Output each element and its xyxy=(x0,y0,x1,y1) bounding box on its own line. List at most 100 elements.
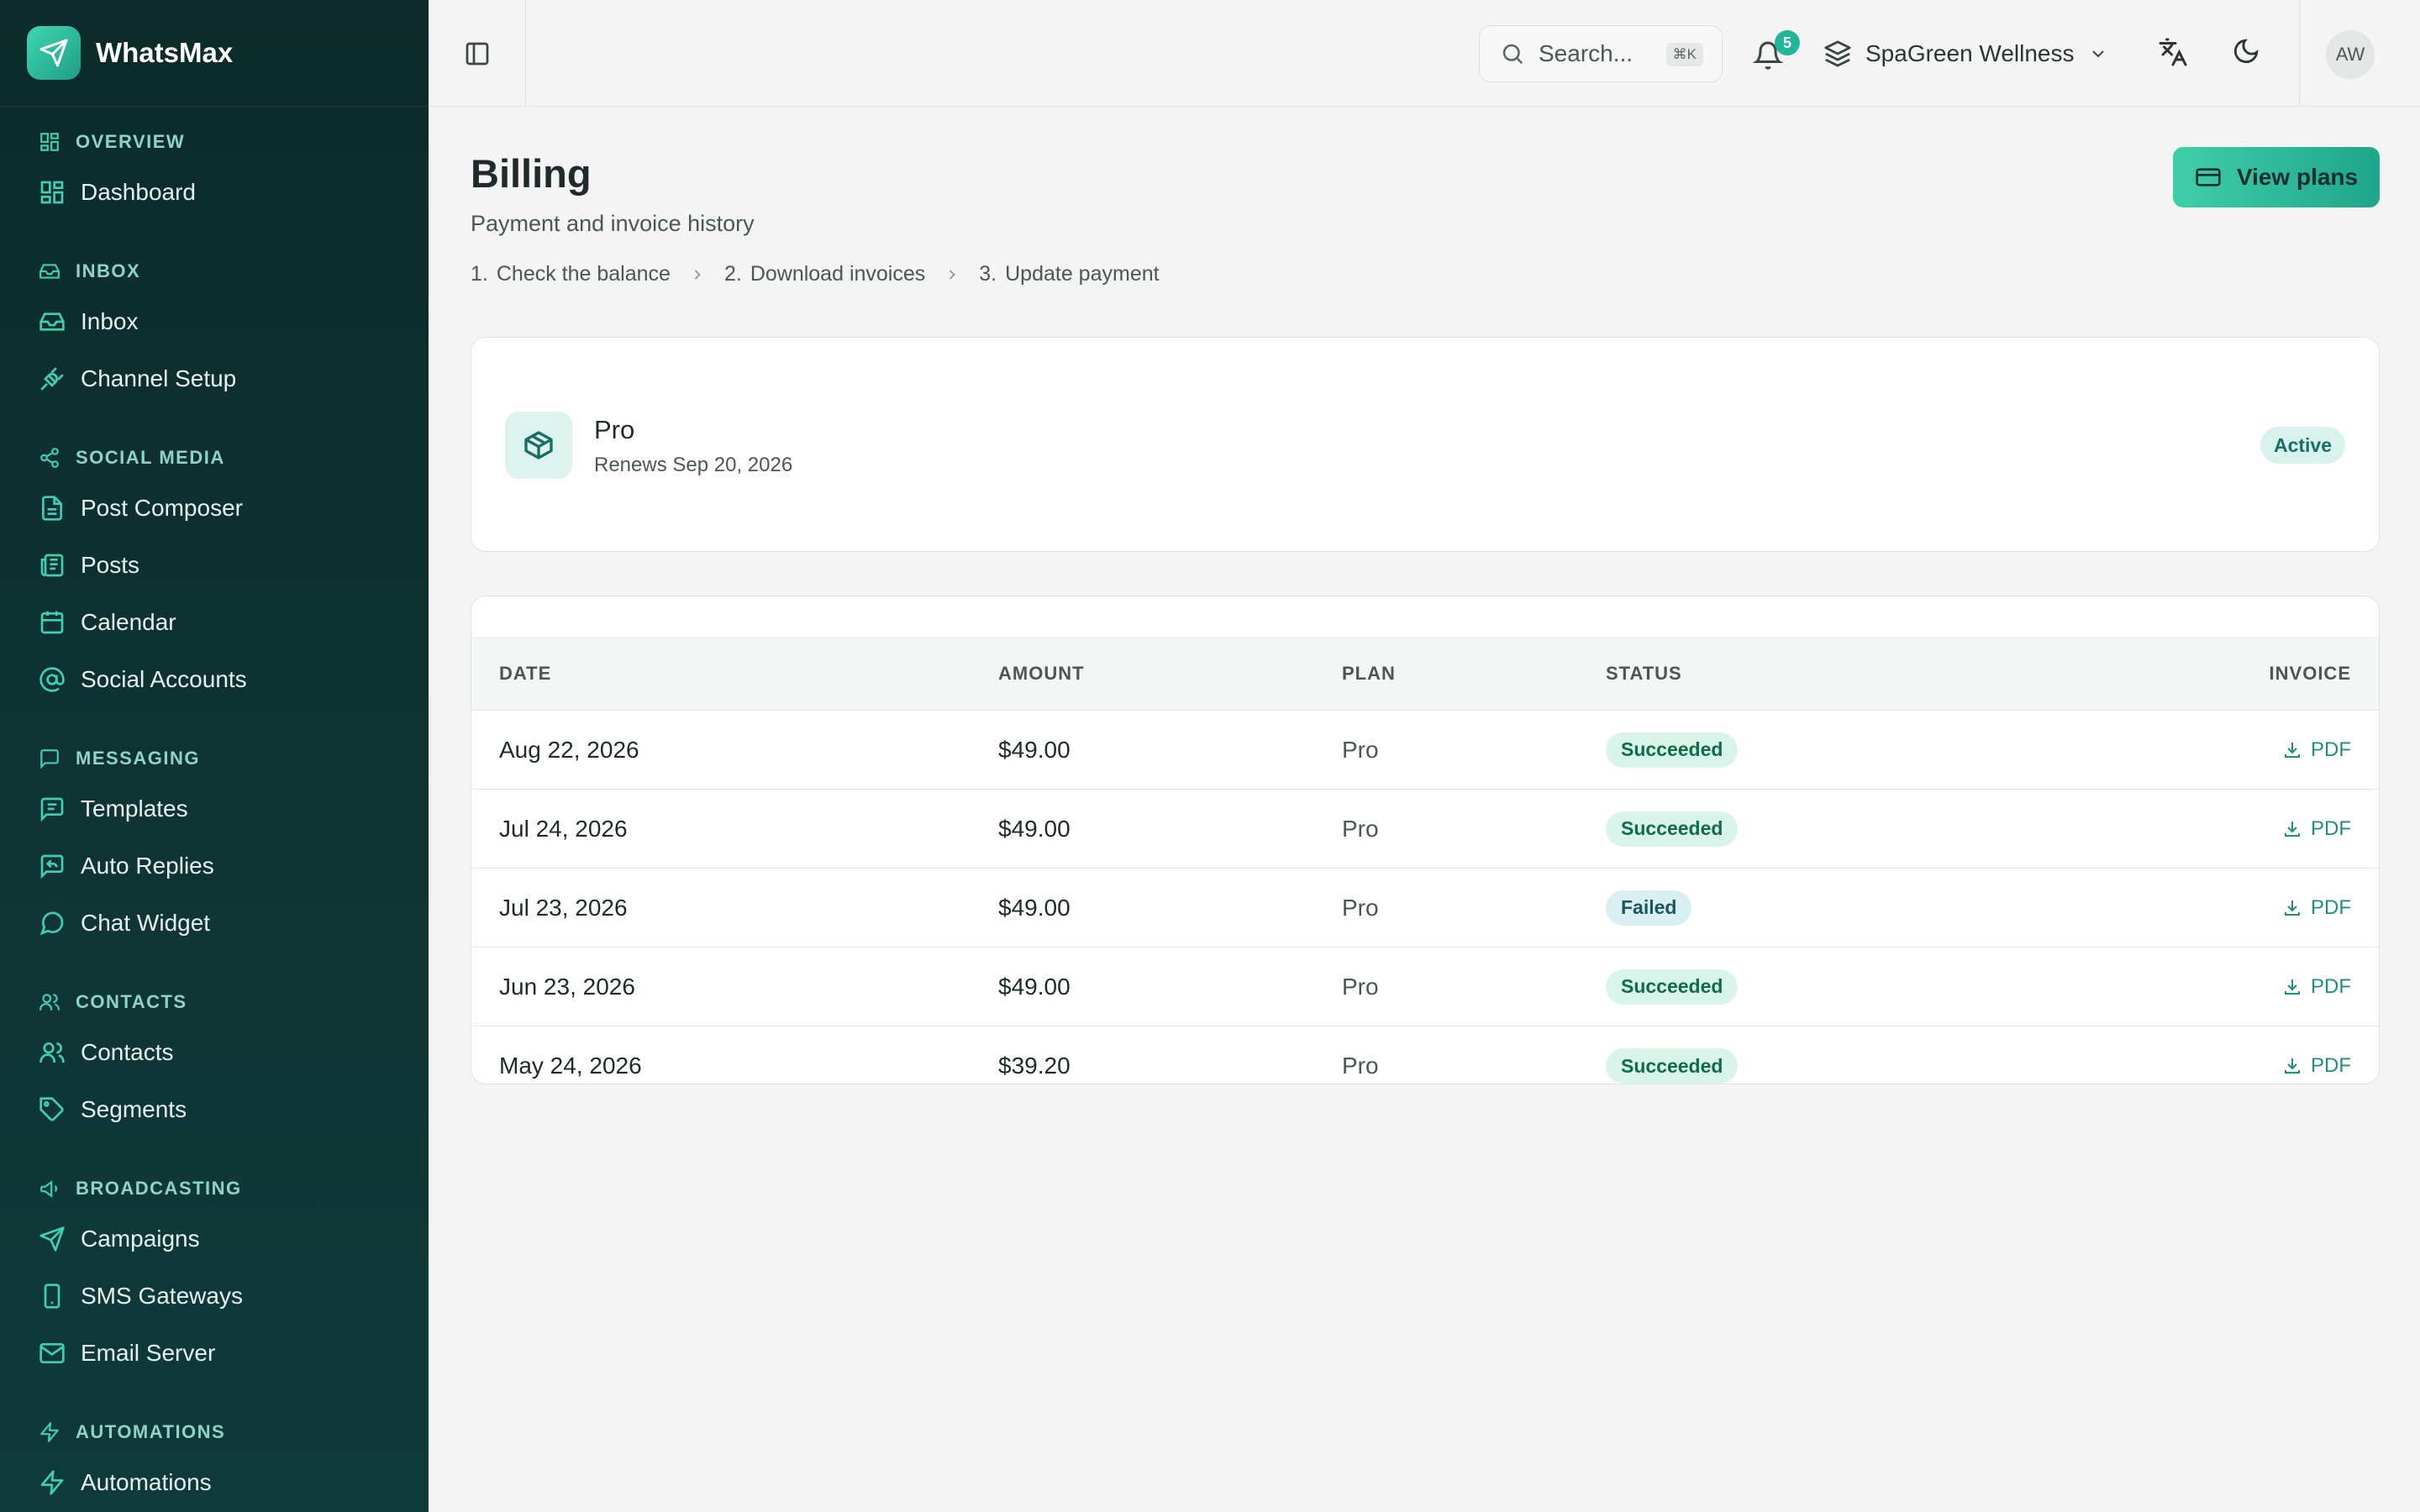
avatar[interactable]: AW xyxy=(2326,30,2375,79)
table-row: Jun 23, 2026 $49.00 Pro Succeeded PDF xyxy=(471,948,2379,1026)
sidebar-item-label: Inbox xyxy=(81,308,139,334)
sidebar-item-sms-gateways[interactable]: SMS Gateways xyxy=(0,1268,429,1325)
download-pdf-link[interactable]: PDF xyxy=(2282,738,2351,762)
column-header-plan[interactable]: PLAN xyxy=(1342,637,1396,710)
sidebar-item-label: Auto Replies xyxy=(81,853,214,879)
sidebar-item-email-server[interactable]: Email Server xyxy=(0,1325,429,1382)
sidebar-item-posts[interactable]: Posts xyxy=(0,537,429,594)
workspace-switcher[interactable]: SpaGreen Wellness xyxy=(1823,25,2108,82)
page-title: Billing xyxy=(471,151,592,196)
view-plans-button[interactable]: View plans xyxy=(2173,147,2380,207)
download-pdf-link[interactable]: PDF xyxy=(2282,975,2351,999)
newspaper-icon xyxy=(39,552,66,579)
sidebar-toggle-button[interactable] xyxy=(429,0,526,107)
invoice-status: Succeeded xyxy=(1606,790,1739,868)
nav-section-broadcasting: BROADCASTING Campaigns SMS Gateways Emai… xyxy=(0,1167,429,1382)
grid-icon xyxy=(39,131,60,153)
invoice-plan: Pro xyxy=(1342,1053,1379,1079)
invoice-date: Aug 22, 2026 xyxy=(499,736,639,763)
nav-heading: BROADCASTING xyxy=(0,1167,429,1210)
sidebar: WhatsMax OVERVIEW Dashboard INBOX Inbox xyxy=(0,0,429,1512)
step-label: Download invoices xyxy=(750,262,926,286)
send-icon xyxy=(27,26,81,80)
sidebar-item-auto-replies[interactable]: Auto Replies xyxy=(0,837,429,895)
invoice-amount: $49.00 xyxy=(998,973,1071,1000)
download-pdf-link[interactable]: PDF xyxy=(2282,896,2351,920)
sidebar-item-inbox[interactable]: Inbox xyxy=(0,293,429,350)
zap-icon xyxy=(39,1469,66,1496)
chevron-right-icon xyxy=(689,266,706,283)
brand-name: WhatsMax xyxy=(96,37,234,68)
column-header-status[interactable]: STATUS xyxy=(1606,637,1682,710)
column-header-date[interactable]: DATE xyxy=(499,637,551,710)
steps-breadcrumb: 1. Check the balance 2. Download invoice… xyxy=(471,262,1160,286)
pdf-label: PDF xyxy=(2311,974,2351,998)
nav-section-messaging: MESSAGING Templates Auto Replies Chat Wi… xyxy=(0,737,429,952)
sidebar-item-chat-widget[interactable]: Chat Widget xyxy=(0,895,429,952)
invoice-status: Succeeded xyxy=(1606,948,1739,1026)
chevron-right-icon xyxy=(944,266,960,283)
users-icon xyxy=(39,1039,66,1066)
invoice-amount: $49.00 xyxy=(998,894,1071,921)
sidebar-item-label: Dashboard xyxy=(81,179,196,205)
column-header-invoice[interactable]: INVOICE xyxy=(2270,637,2351,710)
sidebar-item-label: Post Composer xyxy=(81,495,243,521)
nav-heading: MESSAGING xyxy=(0,737,429,780)
sidebar-item-post-composer[interactable]: Post Composer xyxy=(0,480,429,537)
sidebar-item-segments[interactable]: Segments xyxy=(0,1081,429,1138)
panel-left-icon xyxy=(464,40,491,67)
sidebar-item-dashboard[interactable]: Dashboard xyxy=(0,164,429,221)
calendar-icon xyxy=(39,609,66,636)
package-icon xyxy=(505,412,572,479)
search-input[interactable]: Search... ⌘K xyxy=(1479,25,1723,82)
grid-icon xyxy=(39,179,66,206)
sidebar-item-label: SMS Gateways xyxy=(81,1283,243,1309)
step-number: 1. xyxy=(471,262,488,286)
nav-heading: INBOX xyxy=(0,249,429,293)
invoice-plan: Pro xyxy=(1342,973,1379,1000)
inbox-icon xyxy=(39,260,60,282)
notifications-button[interactable]: 5 xyxy=(1751,30,1800,77)
nav-section-automations: AUTOMATIONS Automations xyxy=(0,1410,429,1511)
smartphone-icon xyxy=(39,1283,66,1310)
brand[interactable]: WhatsMax xyxy=(0,0,429,107)
sidebar-item-channel-setup[interactable]: Channel Setup xyxy=(0,350,429,407)
sidebar-item-label: Channel Setup xyxy=(81,365,237,391)
layers-icon xyxy=(1823,39,1852,68)
step-number: 3. xyxy=(979,262,997,286)
theme-toggle-button[interactable] xyxy=(2232,37,2260,66)
search-icon xyxy=(1500,41,1525,66)
invoice-table: DATE AMOUNT PLAN STATUS INVOICE Aug 22, … xyxy=(471,596,2380,1084)
column-header-amount[interactable]: AMOUNT xyxy=(998,637,1085,710)
pdf-label: PDF xyxy=(2311,738,2351,761)
credit-card-icon xyxy=(2195,164,2222,191)
pdf-label: PDF xyxy=(2311,816,2351,840)
invoice-plan: Pro xyxy=(1342,815,1379,842)
sidebar-item-calendar[interactable]: Calendar xyxy=(0,594,429,651)
sidebar-item-templates[interactable]: Templates xyxy=(0,780,429,837)
invoice-download: PDF xyxy=(2282,869,2351,947)
sidebar-item-campaigns[interactable]: Campaigns xyxy=(0,1210,429,1268)
invoice-date: Jul 23, 2026 xyxy=(499,894,628,921)
sidebar-item-label: Campaigns xyxy=(81,1226,200,1252)
step-label: Update payment xyxy=(1005,262,1160,286)
step-number: 2. xyxy=(723,262,742,286)
topbar: Search... ⌘K 5 SpaGreen Wellness AW xyxy=(429,0,2420,107)
invoice-amount: $49.00 xyxy=(998,815,1071,842)
table-row: Aug 22, 2026 $49.00 Pro Succeeded PDF xyxy=(471,711,2379,790)
view-plans-label: View plans xyxy=(2236,164,2359,190)
sidebar-item-automations[interactable]: Automations xyxy=(0,1454,429,1511)
search-shortcut: ⌘K xyxy=(1665,43,1703,66)
zap-icon xyxy=(39,1421,60,1443)
message-square-icon xyxy=(39,748,60,769)
notifications-badge: 5 xyxy=(1775,30,1800,55)
download-pdf-link[interactable]: PDF xyxy=(2282,1054,2351,1078)
message-lines-icon xyxy=(39,795,66,822)
mail-icon xyxy=(39,1340,66,1367)
sidebar-item-contacts[interactable]: Contacts xyxy=(0,1024,429,1081)
nav-section-overview: OVERVIEW Dashboard xyxy=(0,120,429,221)
invoice-download: PDF xyxy=(2282,711,2351,789)
language-button[interactable] xyxy=(2158,37,2188,67)
download-pdf-link[interactable]: PDF xyxy=(2282,817,2351,841)
sidebar-item-social-accounts[interactable]: Social Accounts xyxy=(0,651,429,708)
